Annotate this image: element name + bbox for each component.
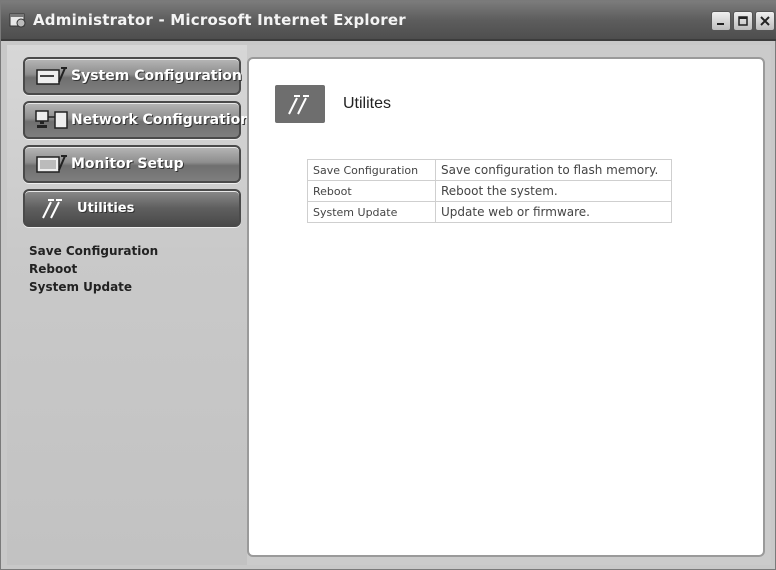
- page-title: Utilites: [343, 95, 392, 112]
- nav-monitor-setup[interactable]: Monitor Setup: [23, 145, 241, 183]
- nav-label: System Configuration: [71, 68, 242, 84]
- utilities-table: Save Configuration Save configuration to…: [307, 159, 672, 223]
- utilities-submenu: Save Configuration Reboot System Update: [29, 242, 158, 296]
- submenu-reboot[interactable]: Reboot: [29, 260, 158, 278]
- maximize-icon[interactable]: [733, 11, 753, 31]
- sidebar: System Configuration Network Configurati…: [7, 45, 250, 565]
- browser-window: Administrator - Microsoft Internet Explo…: [0, 0, 776, 570]
- table-row: Save Configuration Save configuration to…: [307, 159, 672, 181]
- page-content: System Configuration Network Configurati…: [7, 45, 771, 565]
- window-title: Administrator - Microsoft Internet Explo…: [33, 11, 406, 29]
- utility-name[interactable]: System Update: [307, 201, 436, 223]
- utility-name[interactable]: Save Configuration: [307, 159, 436, 181]
- utility-description: Save configuration to flash memory.: [435, 159, 672, 181]
- utility-description: Update web or firmware.: [435, 201, 672, 223]
- nav-utilities[interactable]: Utilities: [23, 189, 241, 227]
- main-panel: Utilites Save Configuration Save configu…: [247, 57, 765, 557]
- close-icon[interactable]: [755, 11, 775, 31]
- submenu-system-update[interactable]: System Update: [29, 278, 158, 296]
- monitor-setup-icon: [36, 155, 67, 173]
- submenu-save-configuration[interactable]: Save Configuration: [29, 242, 158, 260]
- title-bar[interactable]: Administrator - Microsoft Internet Explo…: [1, 1, 776, 41]
- utilities-icon: [275, 85, 325, 123]
- utilities-icon: [42, 199, 62, 219]
- nav-label: Network Configuration: [71, 112, 251, 128]
- utility-name[interactable]: Reboot: [307, 180, 436, 202]
- utility-description: Reboot the system.: [435, 180, 672, 202]
- system-config-icon: [36, 67, 67, 85]
- ie-app-icon: [9, 13, 26, 28]
- table-row: System Update Update web or firmware.: [307, 201, 672, 223]
- network-config-icon: [35, 110, 68, 129]
- nav-label: Utilities: [77, 200, 135, 216]
- minimize-icon[interactable]: [711, 11, 731, 31]
- nav-system-configuration[interactable]: System Configuration: [23, 57, 242, 95]
- nav-network-configuration[interactable]: Network Configuration: [23, 101, 250, 139]
- nav-label: Monitor Setup: [71, 156, 184, 172]
- table-row: Reboot Reboot the system.: [307, 180, 672, 202]
